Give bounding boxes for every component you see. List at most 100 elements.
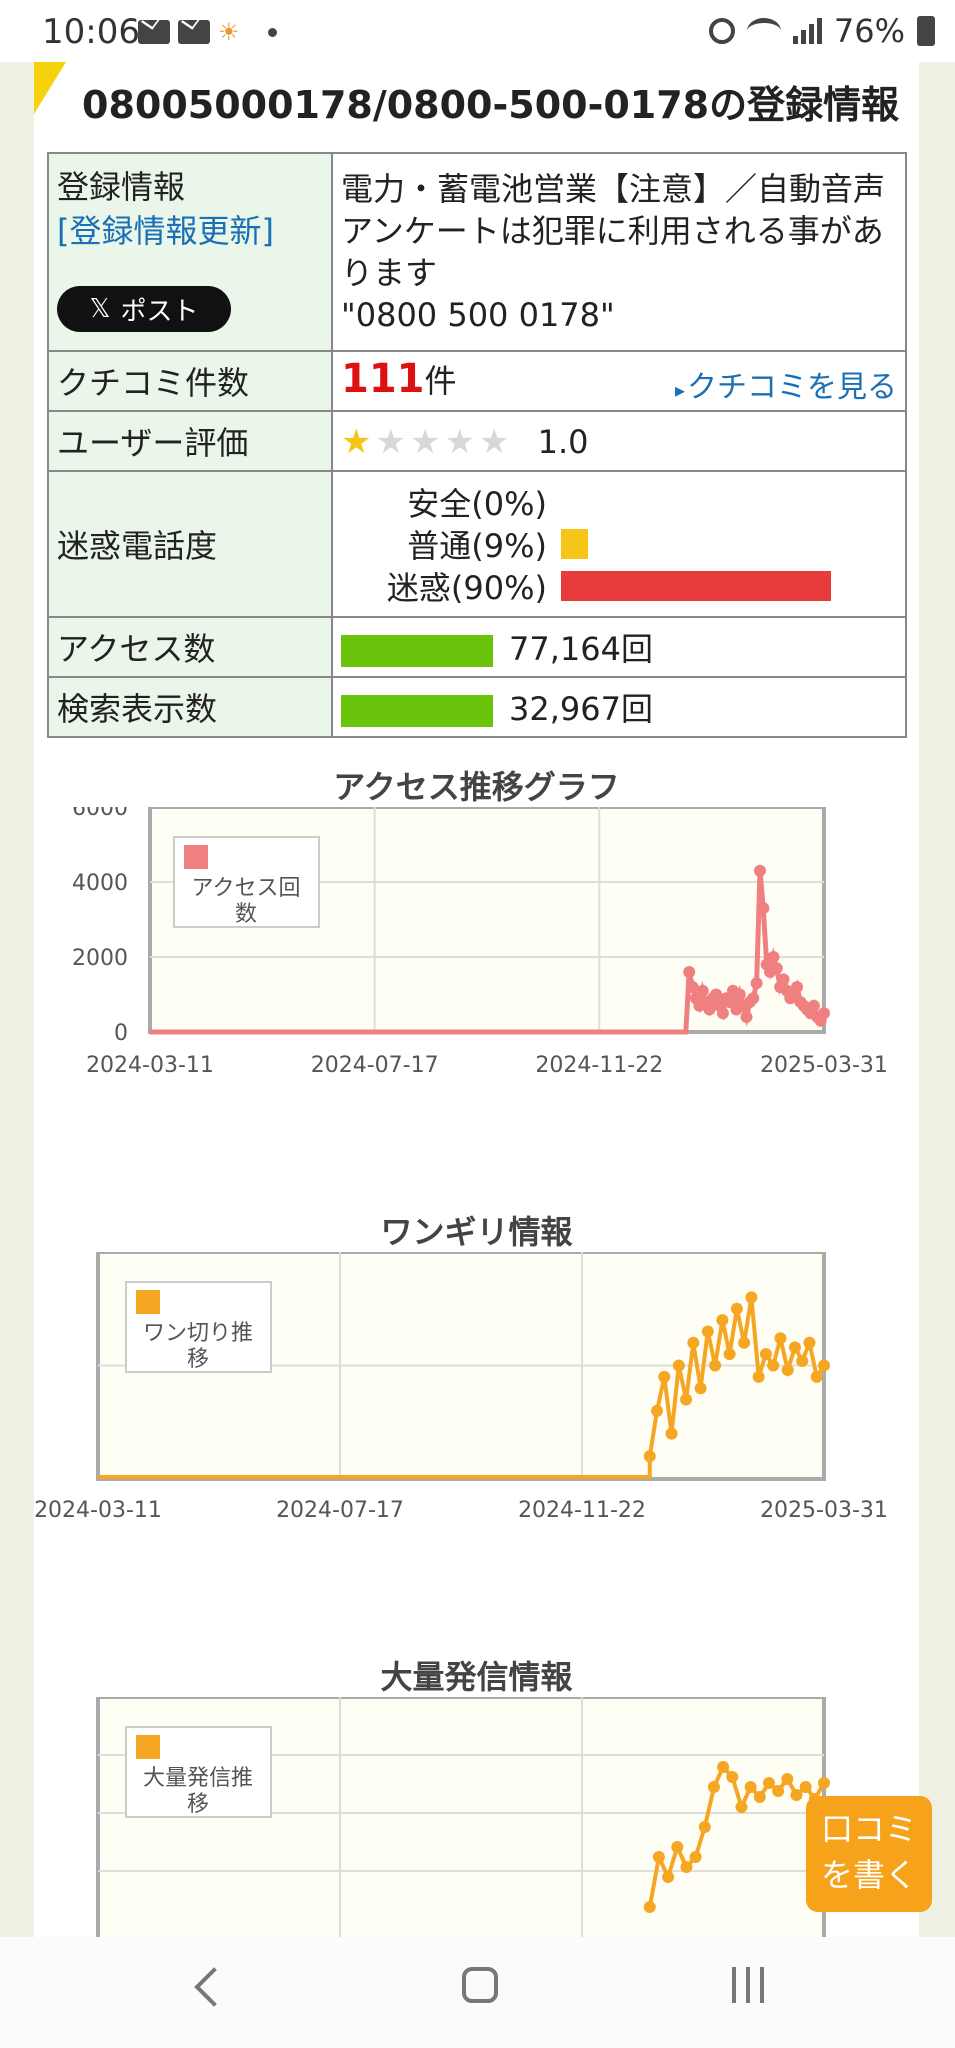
one-ring-point bbox=[701, 1325, 714, 1338]
see-reviews-link[interactable]: クチコミを見る bbox=[675, 362, 897, 406]
access-label: アクセス数 bbox=[47, 616, 333, 678]
one-ring-point bbox=[694, 1382, 707, 1395]
update-registration-link[interactable]: [登録情報更新] bbox=[57, 206, 274, 252]
x-post-button[interactable]: 𝕏 ポスト bbox=[57, 286, 231, 332]
mass-call-point bbox=[772, 1785, 785, 1797]
access-count: 77,164回 bbox=[509, 630, 653, 668]
back-icon[interactable] bbox=[194, 1967, 234, 2007]
x-tick-label: 2024-07-17 bbox=[276, 1498, 404, 1523]
access-point bbox=[747, 992, 760, 1005]
title-corner-marker bbox=[34, 62, 66, 114]
access-point bbox=[791, 981, 804, 993]
y-tick-label: 0 bbox=[114, 1021, 128, 1046]
mass-call-point bbox=[652, 1851, 665, 1863]
legend-label: 数 bbox=[235, 902, 257, 927]
recent-apps-icon[interactable] bbox=[732, 1967, 764, 2003]
search-display-label: 検索表示数 bbox=[47, 676, 333, 738]
mass-call-point bbox=[799, 1781, 812, 1793]
mass-call-chart: 大量発信推移 bbox=[96, 1697, 830, 1937]
y-tick-label: 4000 bbox=[72, 871, 128, 896]
main-content[interactable]: 08005000178/0800-500-0178の登録情報 登録情報 [登録情… bbox=[34, 62, 919, 1937]
x-tick-label: 2024-03-11 bbox=[86, 1053, 214, 1078]
nuisance-normal-bar bbox=[561, 529, 588, 559]
one-ring-point bbox=[745, 1291, 758, 1304]
review-count: 111 bbox=[341, 356, 425, 402]
star-empty-icon: ★ bbox=[409, 421, 441, 462]
x-tick-label: 2025-03-31 bbox=[760, 1498, 888, 1523]
one-ring-point bbox=[788, 1341, 801, 1354]
registration-label: 登録情報 bbox=[57, 168, 186, 206]
status-bar: 10:06 ☀ 76% bbox=[0, 0, 955, 62]
mass-call-point bbox=[698, 1821, 711, 1833]
mass-call-point bbox=[735, 1801, 748, 1813]
page-title: 08005000178/0800-500-0178の登録情報 bbox=[82, 83, 900, 127]
one-ring-point bbox=[803, 1336, 816, 1349]
home-icon[interactable] bbox=[462, 1967, 498, 2003]
one-ring-point bbox=[796, 1354, 809, 1367]
notification-icons: ☀ bbox=[138, 18, 277, 46]
one-ring-point bbox=[643, 1450, 656, 1463]
mass-call-point bbox=[762, 1777, 775, 1789]
nuisance-row-spam: 迷惑(90%) bbox=[341, 565, 897, 607]
rating-value: 1.0 bbox=[537, 422, 589, 461]
review-count-cell: 111件 クチコミを見る bbox=[331, 350, 907, 412]
one-ring-point bbox=[818, 1359, 830, 1372]
search-display-count: 32,967回 bbox=[509, 690, 653, 728]
x-post-label: ポスト bbox=[120, 296, 199, 327]
nuisance-spam-label: 迷惑(90%) bbox=[386, 569, 547, 607]
y-tick-label: 2000 bbox=[72, 946, 128, 971]
mass-call-point bbox=[707, 1781, 720, 1793]
wifi-icon bbox=[746, 18, 781, 44]
x-tick-label: 2024-03-11 bbox=[34, 1498, 162, 1523]
one-ring-chart: 2024-03-11 2024-07-17 2024-11-22 2025-03-31… bbox=[34, 1252, 888, 1523]
legend-swatch bbox=[136, 1290, 160, 1314]
battery-icon bbox=[917, 16, 935, 46]
mass-call-point bbox=[643, 1901, 656, 1913]
access-point bbox=[733, 988, 746, 1001]
one-ring-point bbox=[672, 1359, 685, 1372]
legend-label: アクセス回 bbox=[192, 876, 301, 901]
x-tick-label: 2024-11-22 bbox=[518, 1498, 646, 1523]
one-ring-chart-title: ワンギリ情報 bbox=[380, 1213, 573, 1251]
mass-call-point bbox=[790, 1789, 803, 1801]
mass-call-point bbox=[818, 1777, 830, 1789]
access-point bbox=[770, 962, 783, 975]
nuisance-safe-label: 安全(0%) bbox=[407, 485, 547, 523]
mass-call-point bbox=[781, 1773, 794, 1785]
signal-icon bbox=[792, 18, 822, 44]
user-rating-label: ユーザー評価 bbox=[47, 410, 333, 472]
legend-label: ワン切り推 bbox=[143, 1321, 253, 1346]
mass-call-chart-title: 大量発信情報 bbox=[380, 1658, 573, 1696]
one-ring-point bbox=[781, 1364, 794, 1377]
battery-level: 76% bbox=[833, 12, 905, 50]
star-empty-icon: ★ bbox=[478, 421, 510, 462]
nuisance-spam-bar bbox=[561, 571, 831, 601]
legend-swatch bbox=[136, 1735, 160, 1759]
access-chart-title: アクセス推移グラフ bbox=[333, 768, 620, 806]
access-point bbox=[750, 977, 763, 990]
mail-icon bbox=[138, 20, 170, 44]
one-ring-point bbox=[658, 1370, 671, 1383]
search-display-bar bbox=[341, 695, 493, 727]
write-review-button[interactable]: 口コミ を書く bbox=[806, 1796, 932, 1912]
nuisance-cell: 安全(0%) 普通(9%) 迷惑(90%) bbox=[331, 470, 907, 618]
mass-call-point bbox=[671, 1841, 684, 1853]
one-ring-point bbox=[723, 1348, 736, 1361]
access-point bbox=[777, 973, 790, 986]
one-ring-point bbox=[716, 1314, 729, 1327]
mass-call-point bbox=[717, 1761, 730, 1773]
one-ring-point bbox=[759, 1348, 772, 1361]
mass-call-point bbox=[726, 1771, 739, 1783]
one-ring-point bbox=[752, 1370, 765, 1383]
x-logo-icon: 𝕏 bbox=[89, 294, 111, 324]
access-cell: 77,164回 bbox=[331, 616, 907, 678]
access-point bbox=[757, 902, 770, 915]
system-nav-bar bbox=[0, 1937, 955, 2048]
nuisance-normal-label: 普通(9%) bbox=[407, 527, 547, 565]
mass-call-point bbox=[753, 1791, 766, 1803]
x-tick-label: 2024-11-22 bbox=[535, 1053, 663, 1078]
nuisance-row-normal: 普通(9%) bbox=[341, 523, 897, 565]
phone-number-quoted: "0800 500 0178" bbox=[341, 296, 615, 334]
user-rating-cell: ★ ★ ★ ★ ★ 1.0 bbox=[331, 410, 907, 472]
one-ring-point bbox=[810, 1370, 823, 1383]
